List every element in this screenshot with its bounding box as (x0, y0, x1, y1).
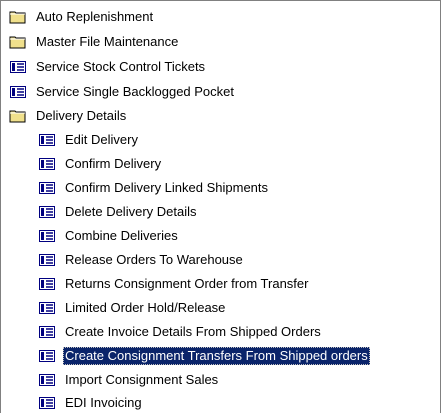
tree-item-create-invoice-details[interactable]: Create Invoice Details From Shipped Orde… (38, 323, 323, 341)
tree-item-label: Edit Delivery (65, 132, 138, 147)
tree-item-combine-deliveries[interactable]: Combine Deliveries (38, 227, 180, 245)
tree-item-returns-consignment-order[interactable]: Returns Consignment Order from Transfer (38, 275, 310, 293)
form-icon (38, 373, 56, 387)
tree-item-edit-delivery[interactable]: Edit Delivery (38, 131, 140, 149)
form-icon (38, 133, 56, 147)
tree-item-edi-invoicing[interactable]: EDI Invoicing (38, 394, 144, 412)
tree-item-confirm-delivery[interactable]: Confirm Delivery (38, 155, 163, 173)
tree-item-label: Limited Order Hold/Release (65, 300, 226, 315)
form-icon (38, 157, 56, 171)
folder-icon (9, 10, 27, 24)
tree-item-label: Service Single Backlogged Pocket (36, 84, 235, 99)
tree-item-delivery-details[interactable]: Delivery Details (9, 107, 128, 125)
tree-item-label: Confirm Delivery (65, 156, 162, 171)
tree-item-label: Import Consignment Sales (65, 372, 219, 387)
tree-item-limited-order-hold-release[interactable]: Limited Order Hold/Release (38, 299, 227, 317)
form-icon (38, 253, 56, 267)
tree-item-auto-replenishment[interactable]: Auto Replenishment (9, 8, 155, 26)
folder-icon (9, 35, 27, 49)
form-icon (9, 60, 27, 74)
form-icon (38, 181, 56, 195)
tree-item-label: Returns Consignment Order from Transfer (65, 276, 309, 291)
tree-item-label: Confirm Delivery Linked Shipments (65, 180, 269, 195)
tree-item-confirm-delivery-linked-shipments[interactable]: Confirm Delivery Linked Shipments (38, 179, 270, 197)
form-icon (38, 301, 56, 315)
form-icon (38, 349, 56, 363)
tree-item-label: Release Orders To Warehouse (65, 252, 243, 267)
tree-item-label: Service Stock Control Tickets (36, 59, 206, 74)
tree-item-delete-delivery-details[interactable]: Delete Delivery Details (38, 203, 199, 221)
tree-item-label-selected: Create Consignment Transfers From Shippe… (63, 347, 370, 365)
form-icon (38, 396, 56, 410)
tree-item-master-file-maintenance[interactable]: Master File Maintenance (9, 33, 180, 51)
menu-tree[interactable]: Auto Replenishment Master File Maintenan… (0, 0, 441, 413)
form-icon (38, 205, 56, 219)
form-icon (9, 85, 27, 99)
tree-item-label: Create Invoice Details From Shipped Orde… (65, 324, 321, 339)
form-icon (38, 325, 56, 339)
folder-icon (9, 109, 27, 123)
tree-item-release-orders-to-warehouse[interactable]: Release Orders To Warehouse (38, 251, 245, 269)
tree-item-label: Delivery Details (36, 108, 127, 123)
tree-item-label: Combine Deliveries (65, 228, 178, 243)
tree-item-service-stock-control-tickets[interactable]: Service Stock Control Tickets (9, 58, 207, 76)
tree-item-label: Master File Maintenance (36, 34, 179, 49)
tree-item-create-consignment-transfers[interactable]: Create Consignment Transfers From Shippe… (38, 347, 370, 365)
tree-item-import-consignment-sales[interactable]: Import Consignment Sales (38, 371, 220, 389)
form-icon (38, 277, 56, 291)
form-icon (38, 229, 56, 243)
tree-item-label: Delete Delivery Details (65, 204, 197, 219)
tree-item-label: Auto Replenishment (36, 9, 154, 24)
tree-item-label: EDI Invoicing (65, 395, 142, 410)
tree-item-service-single-backlogged-pocket[interactable]: Service Single Backlogged Pocket (9, 83, 236, 101)
